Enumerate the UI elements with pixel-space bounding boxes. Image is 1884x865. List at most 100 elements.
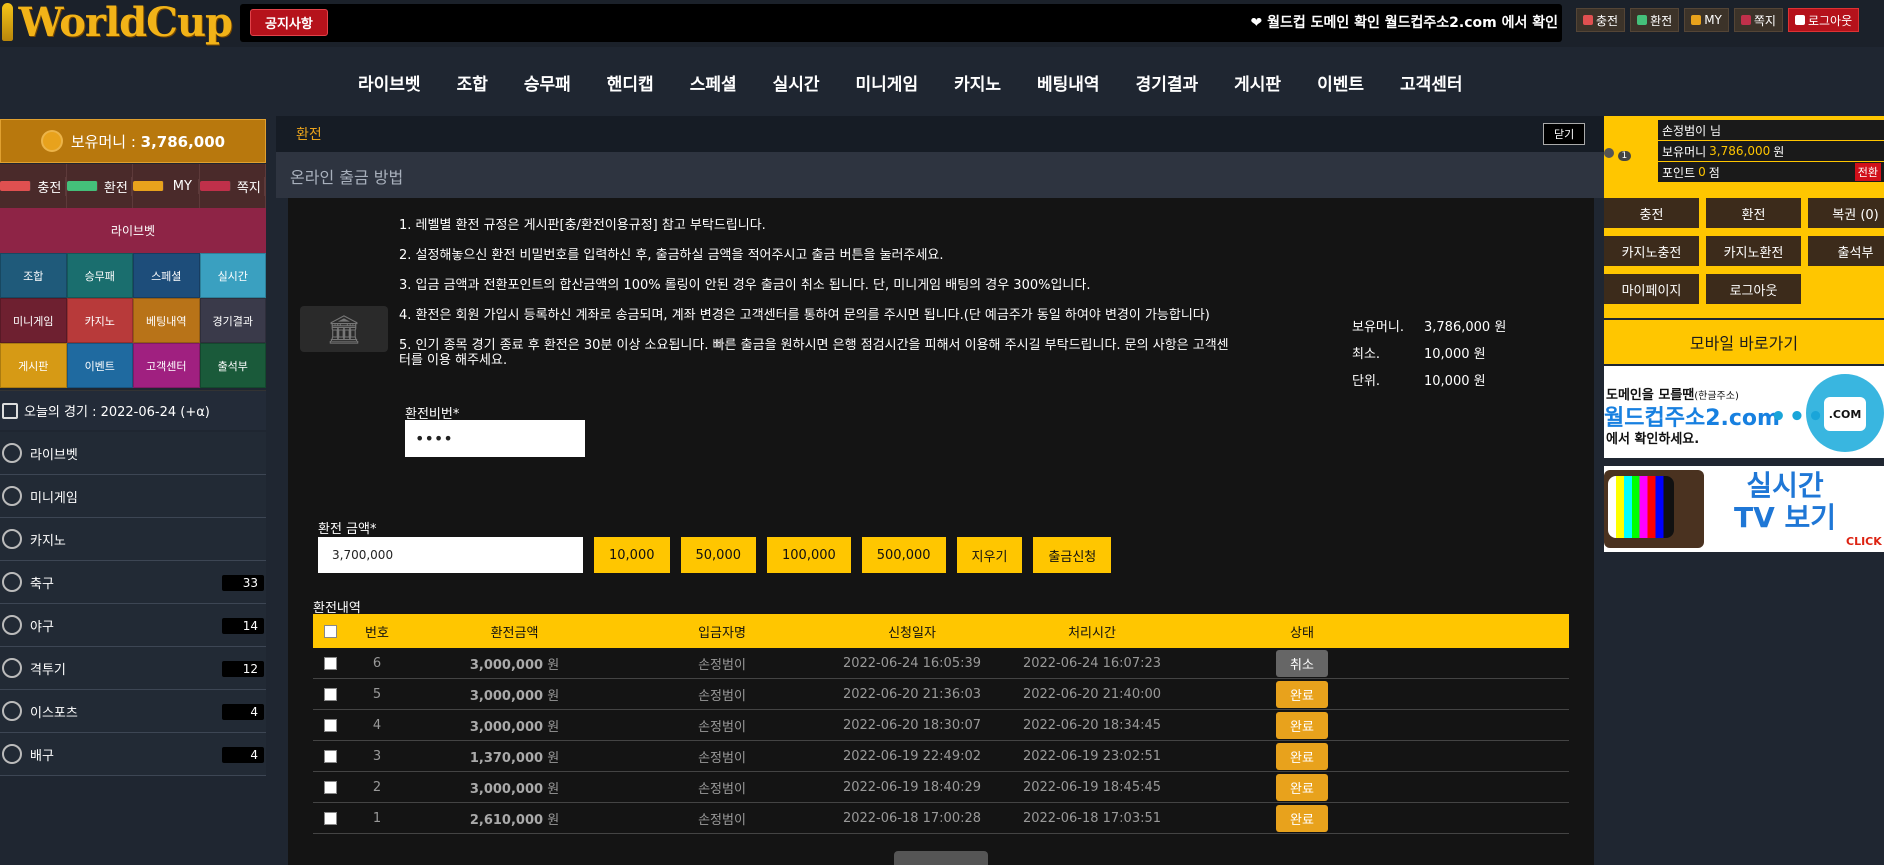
todays-games[interactable]: 오늘의 경기 : 2022-06-24 (+α) [0,390,266,430]
nav-item-4[interactable]: 스페셜 [672,70,755,95]
sidebar-grid-5[interactable]: 카지노 [66,298,133,343]
sidebar-item-4[interactable]: 야구 14 [0,604,266,647]
user-point-label: 포인트 [1662,165,1696,180]
nav-item-9[interactable]: 경기결과 [1118,70,1217,95]
row-checkbox[interactable] [323,656,337,670]
row-number: 4 [372,717,382,733]
user-action-5[interactable]: 출석부 [1808,236,1884,266]
sidebar-grid-4[interactable]: 미니게임 [0,298,67,343]
sidebar-item-6[interactable]: 이스포츠 4 [0,690,266,733]
nav-item-5[interactable]: 실시간 [755,70,838,95]
sidebar-quick-0[interactable]: 충전 [0,164,67,208]
status-button[interactable]: 완료 [1276,773,1328,801]
sidebar-grid-6[interactable]: 베팅내역 [133,298,200,343]
more-button[interactable] [894,851,988,865]
status-button[interactable]: 완료 [1276,711,1328,739]
row-checkbox[interactable] [323,718,337,732]
mobile-shortcut-button[interactable]: 모바일 바로가기 [1604,320,1884,364]
nav-item-3[interactable]: 핸디캡 [589,70,672,95]
money-value: 3,786,000 [140,132,226,151]
row-amount-unit: 원 [547,719,560,735]
top-button-1[interactable]: 환전 [1630,8,1680,32]
amount-buttons: 10,000 50,000 100,000 500,000 지우기 출금신청 [594,537,1112,573]
info-row-1: 최소. 10,000 원 [1352,343,1529,370]
sidebar-grid-10[interactable]: 고객센터 [133,343,200,388]
user-action-buttons: 충전 환전 복권 (0) 카지노충전 카지노환전 출석부마이페이지 로그아웃 [1604,198,1884,304]
withdraw-amount-input[interactable] [318,537,583,573]
row-check-cell [313,718,347,732]
nav-item-8[interactable]: 베팅내역 [1019,70,1118,95]
site-logo[interactable]: WorldCup [0,0,233,46]
convert-points-button[interactable]: 전환 [1854,163,1881,181]
amount-button-1[interactable]: 50,000 [680,537,756,573]
sidebar-item-2[interactable]: 카지노 [0,518,266,561]
sidebar-live-button[interactable]: 라이브벳 [0,208,266,253]
row-status-cell: 취소 [1182,649,1422,677]
nav-item-2[interactable]: 승무패 [506,70,589,95]
amount-button-2[interactable]: 100,000 [767,537,851,573]
trophy-icon [2,3,13,41]
sidebar-item-1[interactable]: 미니게임 [0,475,266,518]
notice-button[interactable]: 공지사항 [250,9,328,36]
nav-item-0[interactable]: 라이브벳 [340,70,439,95]
user-action-7[interactable]: 로그아웃 [1706,274,1801,304]
sidebar-item-7[interactable]: 배구 4 [0,733,266,776]
nav-item-6[interactable]: 미니게임 [838,70,937,95]
sidebar-grid-8[interactable]: 게시판 [0,343,67,388]
sidebar-grid-7[interactable]: 경기결과 [199,298,266,343]
nav-item-7[interactable]: 카지노 [936,70,1019,95]
sidebar-grid-11[interactable]: 출석부 [199,343,266,388]
amount-button-5[interactable]: 출금신청 [1033,537,1112,573]
nav-item-12[interactable]: 고객센터 [1382,70,1481,95]
user-action-4[interactable]: 카지노환전 [1706,236,1801,266]
sidebar-quick-1[interactable]: 환전 [66,164,133,208]
amount-button-4[interactable]: 지우기 [956,537,1023,573]
status-button[interactable]: 완료 [1276,742,1328,770]
close-button[interactable]: 닫기 [1543,123,1586,145]
nav-item-1[interactable]: 조합 [439,70,506,95]
row-checkbox[interactable] [323,687,337,701]
table-row: 4 3,000,000 원 손정범이 2022-06-20 18:30:07 2022-… [313,710,1569,741]
sidebar-grid-1[interactable]: 승무패 [66,253,133,298]
row-number: 2 [372,779,382,795]
top-button-2[interactable]: MY [1684,8,1729,32]
status-button[interactable]: 완료 [1276,804,1328,832]
sidebar-item-0[interactable]: 라이브벳 [0,432,266,475]
user-action-0[interactable]: 충전 [1604,198,1699,228]
sidebar-grid-3[interactable]: 실시간 [199,253,266,298]
table-row: 2 3,000,000 원 손정범이 2022-06-19 18:40:29 2022-… [313,772,1569,803]
sidebar-grid-9[interactable]: 이벤트 [66,343,133,388]
sidebar-quick-3[interactable]: 쪽지 [199,164,266,208]
withdraw-password-input[interactable] [405,420,585,457]
row-checkbox[interactable] [323,811,337,825]
status-button[interactable]: 취소 [1276,649,1328,677]
top-button-4[interactable]: 로그아웃 [1787,8,1860,32]
nav-item-10[interactable]: 게시판 [1216,70,1299,95]
sidebar-item-3[interactable]: 축구 33 [0,561,266,604]
quick-label: 환전 [101,176,132,196]
user-action-2[interactable]: 복권 (0) [1808,198,1884,228]
user-action-3[interactable]: 카지노충전 [1604,236,1699,266]
nav-item-11[interactable]: 이벤트 [1299,70,1382,95]
user-action-6[interactable]: 마이페이지 [1604,274,1699,304]
sidebar-grid-0[interactable]: 조합 [0,253,67,298]
row-check-cell [313,780,347,794]
row-checkbox[interactable] [323,780,337,794]
sidebar-item-5[interactable]: 격투기 12 [0,647,266,690]
sidebar-quick-2[interactable]: MY [133,164,200,208]
user-action-1[interactable]: 환전 [1706,198,1801,228]
top-button-icon [1583,15,1593,25]
col-number: 번호 [365,625,389,641]
select-all-checkbox[interactable] [323,624,337,638]
row-checkbox[interactable] [323,749,337,763]
row-process-time: 2022-06-19 18:45:45 [1022,779,1162,795]
quick-label: 충전 [34,176,66,196]
status-button[interactable]: 완료 [1276,680,1328,708]
row-amount-unit: 원 [547,781,560,797]
amount-button-3[interactable]: 500,000 [861,537,946,573]
top-button-0[interactable]: 충전 [1576,8,1626,32]
sidebar-grid-2[interactable]: 스페셜 [133,253,200,298]
row-amount-unit: 원 [547,750,560,766]
amount-button-0[interactable]: 10,000 [594,537,670,573]
top-button-3[interactable]: 쪽지 [1733,8,1783,32]
